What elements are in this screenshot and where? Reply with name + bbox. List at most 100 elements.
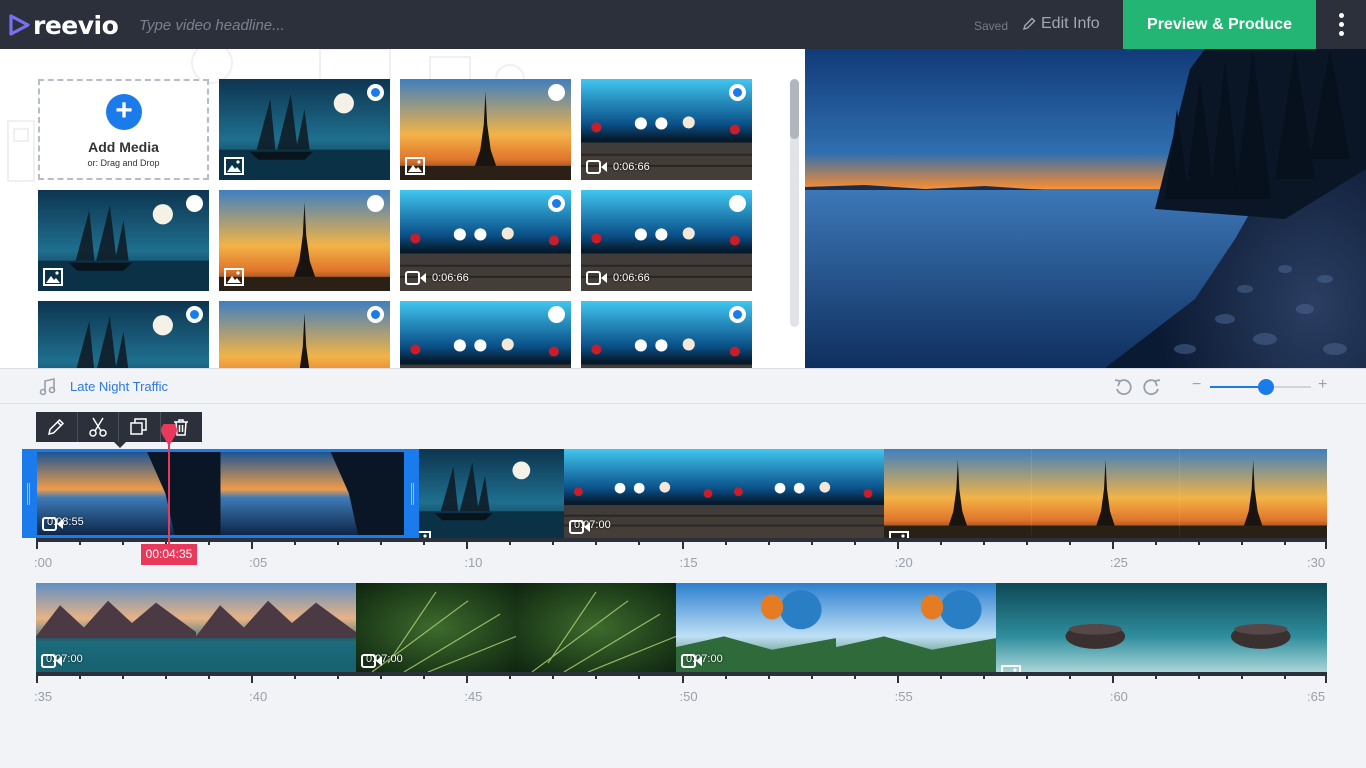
timeline-clip[interactable]: 0:07:00 <box>356 583 676 672</box>
media-tile[interactable] <box>219 79 390 180</box>
ruler-minor-tick <box>638 538 641 545</box>
media-tile[interactable] <box>38 301 209 368</box>
library-scrollbar[interactable] <box>790 79 799 327</box>
preview-canvas[interactable] <box>805 49 1366 368</box>
media-tile[interactable] <box>581 301 752 368</box>
timeline-clip[interactable] <box>996 583 1327 672</box>
zoom-out-icon[interactable]: − <box>1192 376 1201 394</box>
play-logo-icon <box>9 14 30 36</box>
media-library: + Add Media or: Drag and Drop 0:06:66 0:… <box>0 49 805 368</box>
edit-info-button[interactable]: Edit Info <box>1022 15 1100 33</box>
media-type-badge <box>224 268 244 286</box>
image-icon <box>405 157 425 175</box>
add-media-title: Add Media <box>88 139 159 155</box>
ruler-minor-tick <box>423 672 426 679</box>
ruler-minor-tick <box>552 672 555 679</box>
video-icon <box>586 271 607 285</box>
selected-timeline-clip[interactable]: 0:08:55 <box>22 449 419 538</box>
media-tile[interactable]: 0:06:66 <box>581 190 752 291</box>
ruler-minor-tick <box>509 672 512 679</box>
ruler-minor-tick <box>1240 538 1243 545</box>
select-radio[interactable] <box>729 195 746 212</box>
select-radio[interactable] <box>548 195 565 212</box>
ruler-label: :40 <box>249 689 268 704</box>
saved-status: Saved <box>974 19 1009 33</box>
music-note-icon <box>39 378 56 396</box>
timeline-clip[interactable] <box>406 449 564 538</box>
more-menu-icon[interactable] <box>1329 0 1353 49</box>
add-media-button[interactable]: + Add Media or: Drag and Drop <box>38 79 209 180</box>
ruler-minor-tick <box>79 538 82 545</box>
undo-icon[interactable] <box>1113 377 1133 397</box>
timeline-clip[interactable]: 0:07:00 <box>36 583 356 672</box>
playhead[interactable] <box>161 424 177 556</box>
media-thumbnail <box>219 190 390 291</box>
select-radio[interactable] <box>729 84 746 101</box>
pencil-icon <box>1022 17 1036 31</box>
trim-handle-left[interactable] <box>27 483 30 505</box>
ruler-major-tick <box>681 672 684 683</box>
select-radio[interactable] <box>367 306 384 323</box>
time-ruler-1[interactable]: :00:05:10:15:20:25:30 <box>34 538 1327 570</box>
ruler-minor-tick <box>79 672 82 679</box>
media-tile[interactable] <box>38 190 209 291</box>
audio-track-title[interactable]: Late Night Traffic <box>70 379 168 394</box>
ruler-minor-tick <box>638 672 641 679</box>
zoom-slider-handle[interactable] <box>1257 379 1274 395</box>
timeline-clip[interactable]: 0:07:00 <box>564 449 884 538</box>
ruler-minor-tick <box>767 538 770 545</box>
clip-type-badge: 0:08:55 <box>42 516 84 531</box>
library-scroll-thumb[interactable] <box>790 79 799 139</box>
select-radio[interactable] <box>548 306 565 323</box>
clip-frames <box>356 583 676 672</box>
media-thumbnail <box>219 301 390 368</box>
select-radio[interactable] <box>367 84 384 101</box>
preview-produce-button[interactable]: Preview & Produce <box>1123 0 1316 49</box>
ruler-minor-tick <box>122 672 125 679</box>
media-tile[interactable] <box>219 190 390 291</box>
clip-frames <box>406 449 564 538</box>
zoom-in-icon[interactable]: + <box>1318 376 1327 394</box>
playhead-timecode: 00:04:35 <box>141 544 197 565</box>
headline-input[interactable] <box>139 14 659 36</box>
ruler-minor-tick <box>552 538 555 545</box>
select-radio[interactable] <box>367 195 384 212</box>
duplicate-clip-button[interactable] <box>119 412 161 442</box>
media-tile[interactable] <box>219 301 390 368</box>
ruler-minor-tick <box>810 672 813 679</box>
clip-frames <box>884 449 1327 538</box>
ruler-major-tick <box>466 538 469 549</box>
ruler-minor-tick <box>294 538 297 545</box>
split-clip-button[interactable] <box>78 412 119 442</box>
media-type-badge: 0:06:66 <box>586 270 650 286</box>
zoom-slider[interactable] <box>1210 379 1311 395</box>
image-icon <box>889 531 909 538</box>
ruler-major-tick <box>466 672 469 683</box>
reevio-logo[interactable]: reevio <box>8 11 119 40</box>
ruler-minor-tick <box>1068 538 1071 545</box>
edit-clip-button[interactable] <box>36 412 78 442</box>
ruler-label: :50 <box>679 689 698 704</box>
ruler-major-tick <box>1325 538 1327 549</box>
media-tile[interactable]: 0:06:66 <box>581 79 752 180</box>
timeline-clip[interactable] <box>884 449 1327 538</box>
ruler-minor-tick <box>1197 538 1200 545</box>
timeline-clip[interactable]: 0:07:00 <box>676 583 996 672</box>
trim-handle-right[interactable] <box>411 483 414 505</box>
media-tile[interactable] <box>400 79 571 180</box>
media-type-badge: 0:06:66 <box>586 159 650 175</box>
ruler-minor-tick <box>122 538 125 545</box>
media-tile[interactable]: 0:06:66 <box>400 190 571 291</box>
redo-icon[interactable] <box>1142 377 1162 397</box>
edit-icon <box>48 418 65 435</box>
media-duration: 0:06:66 <box>613 272 650 284</box>
select-radio[interactable] <box>186 195 203 212</box>
ruler-major-tick <box>896 672 899 683</box>
video-icon <box>42 517 63 531</box>
time-ruler-2[interactable]: :35:40:45:50:55:60:65 <box>34 672 1327 704</box>
media-tile[interactable] <box>400 301 571 368</box>
select-radio[interactable] <box>729 306 746 323</box>
select-radio[interactable] <box>548 84 565 101</box>
select-radio[interactable] <box>186 306 203 323</box>
clip-frames <box>996 583 1327 672</box>
